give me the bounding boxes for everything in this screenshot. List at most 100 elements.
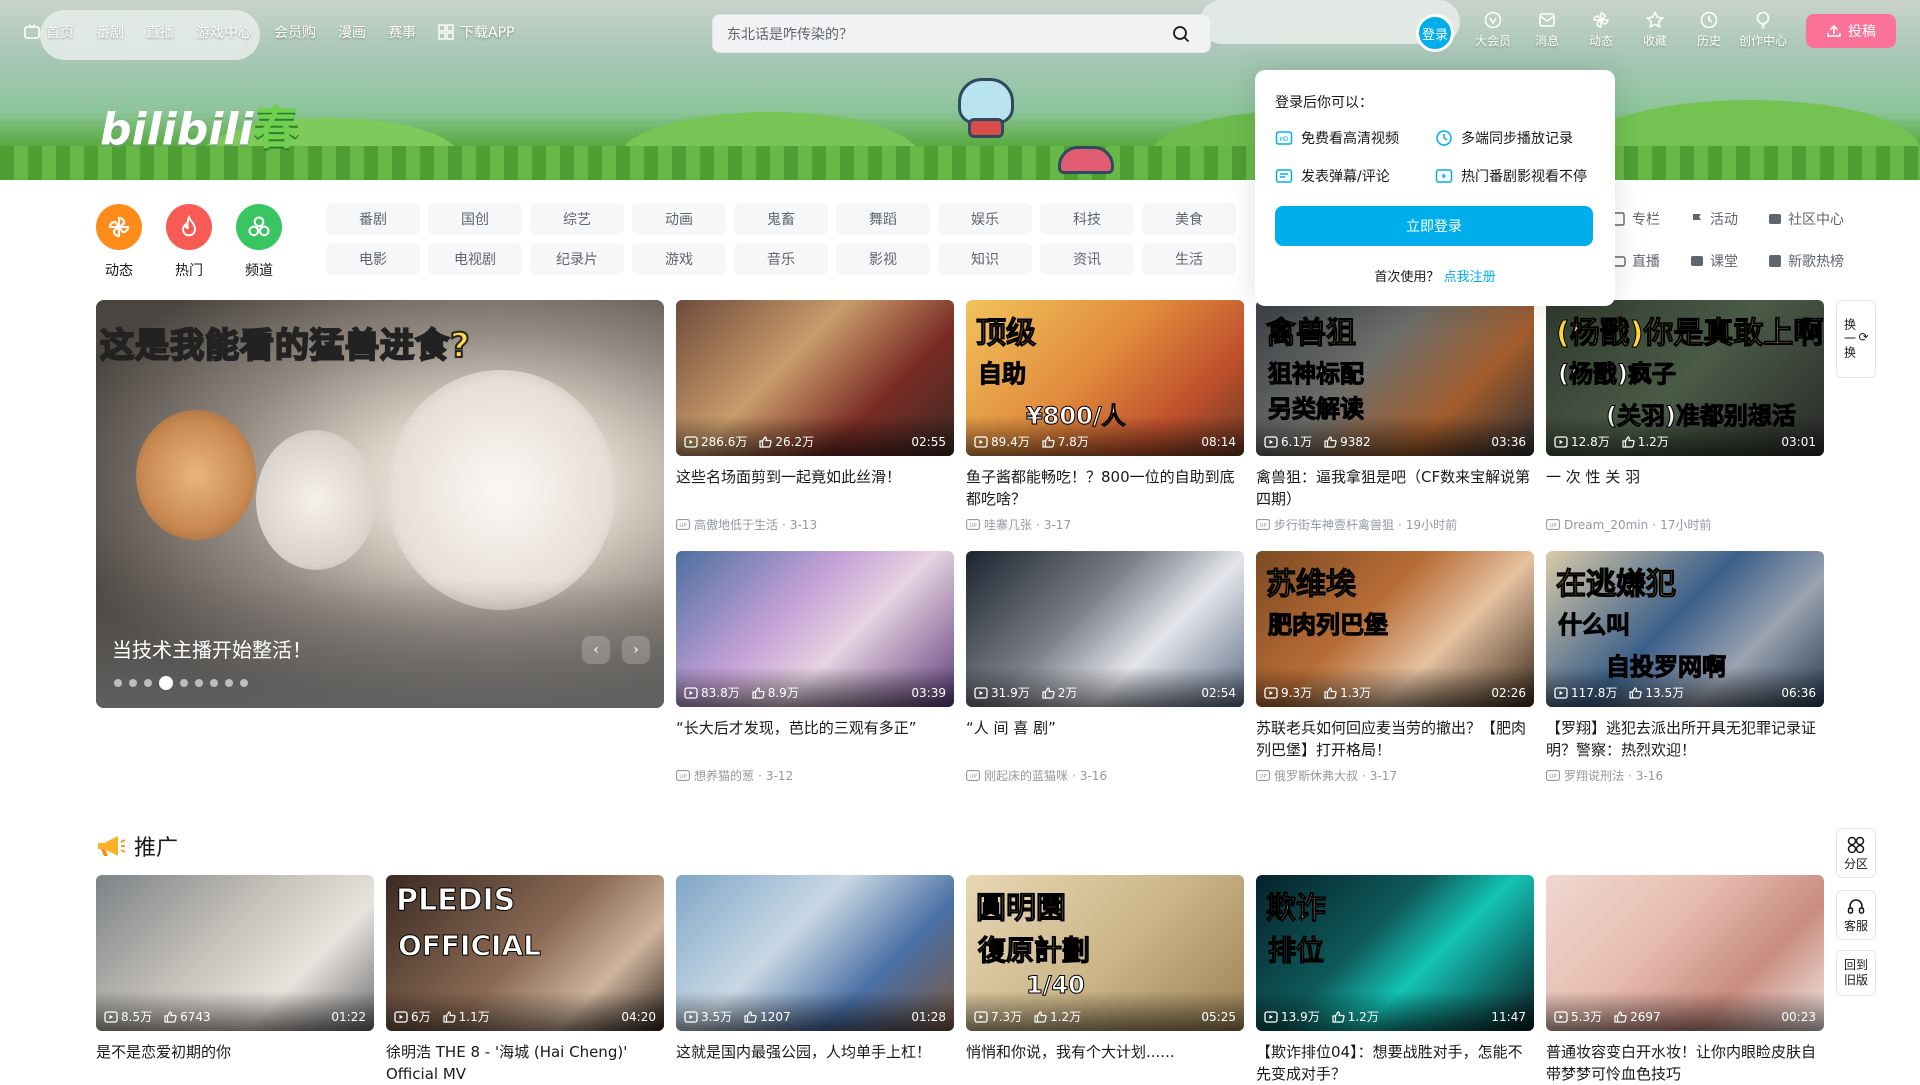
video-title[interactable]: 一 次 性 关 羽 xyxy=(1546,466,1824,510)
channel-tag[interactable]: 综艺 xyxy=(530,203,624,235)
carousel-dot[interactable] xyxy=(114,679,122,687)
video-card[interactable]: 31.9万 2万 02:54 “人 间 喜 剧” UP 刚起床的蓝猫咪 · 3-16 xyxy=(966,551,1244,784)
register-link[interactable]: 点我注册 xyxy=(1444,270,1496,285)
video-card[interactable]: 禽兽狙 狙神标配 另类解读 6.1万 9382 03:36 禽兽狙：逼我拿狙是吧（… xyxy=(1256,300,1534,533)
video-title[interactable]: 鱼子酱都能畅吃！？800一位的自助到底都吃啥？ xyxy=(966,466,1244,510)
video-card[interactable]: 苏维埃 肥肉列巴堡 9.3万 1.3万 02:26 苏联老兵如何回应麦当劳的撤出？… xyxy=(1256,551,1534,784)
uploader-line[interactable]: UP 罗翔说刑法 · 3-16 xyxy=(1546,767,1824,784)
video-title[interactable]: 禽兽狙：逼我拿狙是吧（CF数来宝解说第四期） xyxy=(1256,466,1534,510)
uploader-name[interactable]: 想养猫的葱 xyxy=(694,767,754,784)
channel-tag[interactable]: 电影 xyxy=(326,243,420,275)
carousel-dot[interactable] xyxy=(144,679,152,687)
uploader-name[interactable]: 刚起床的蓝猫咪 xyxy=(984,767,1068,784)
carousel-dot[interactable] xyxy=(210,679,218,687)
video-title[interactable]: 这就是国内最强公园，人均单手上杠！ xyxy=(676,1041,954,1085)
link-live[interactable]: 直播 xyxy=(1612,247,1660,275)
channel-tag[interactable]: 娱乐 xyxy=(938,203,1032,235)
channel-tag[interactable]: 游戏 xyxy=(632,243,726,275)
channel-channels[interactable]: 频道 xyxy=(236,204,282,280)
channel-tag[interactable]: 资讯 xyxy=(1040,243,1134,275)
uploader-line[interactable]: UP 步行街车神壹杆禽兽狙 · 19小时前 xyxy=(1256,516,1534,533)
carousel-prev-button[interactable]: ‹ xyxy=(582,636,610,664)
nav-game[interactable]: 游戏中心 xyxy=(196,22,252,42)
video-title[interactable]: 【欺诈排位04】：想要战胜对手，怎能不先变成对手？ xyxy=(1256,1041,1534,1085)
channel-tag[interactable]: 电视剧 xyxy=(428,243,522,275)
video-card[interactable]: 在逃嫌犯什么叫自投罗网啊 117.8万 13.5万 06:36 【罗翔】逃犯去派… xyxy=(1546,551,1824,784)
channel-tag[interactable]: 舞蹈 xyxy=(836,203,930,235)
video-card[interactable]: 83.8万 8.9万 03:39 “长大后才发现，芭比的三观有多正” UP 想养猫… xyxy=(676,551,954,784)
video-title[interactable]: 这些名场面剪到一起竟如此丝滑！ xyxy=(676,466,954,510)
uploader-name[interactable]: 步行街车神壹杆禽兽狙 xyxy=(1274,516,1394,533)
history-entry[interactable]: 历史 xyxy=(1682,10,1736,49)
video-card[interactable]: 欺诈 排位 13.9万 1.2万 11:47 【欺诈排位04】：想要战胜对手，怎能… xyxy=(1256,875,1534,1085)
video-title[interactable]: 悄悄和你说，我有个大计划...... xyxy=(966,1041,1244,1085)
video-thumbnail[interactable]: 顶级自助¥800/人 89.4万 7.8万 08:14 xyxy=(966,300,1244,456)
video-thumbnail[interactable]: (杨戬)你是真敢上啊(杨戬)疯子(关羽)准都别想活 12.8万 1.2万 03:… xyxy=(1546,300,1824,456)
link-activity[interactable]: 活动 xyxy=(1690,205,1738,233)
carousel-dot[interactable] xyxy=(180,679,188,687)
favorite-entry[interactable]: 收藏 xyxy=(1628,10,1682,49)
uploader-line[interactable]: UP 高傲地低于生活 · 3-13 xyxy=(676,516,954,533)
video-card[interactable]: 顶级自助¥800/人 89.4万 7.8万 08:14 鱼子酱都能畅吃！？800… xyxy=(966,300,1244,533)
video-thumbnail[interactable]: 禽兽狙 狙神标配 另类解读 6.1万 9382 03:36 xyxy=(1256,300,1534,456)
carousel-dot-active[interactable] xyxy=(159,676,173,690)
bilibili-logo[interactable]: bilibili春 xyxy=(100,92,299,158)
login-avatar-button[interactable]: 登录 xyxy=(1416,14,1454,52)
carousel-dot[interactable] xyxy=(195,679,203,687)
old-version-button[interactable]: 回到 旧版 xyxy=(1836,950,1876,996)
search-input[interactable] xyxy=(727,25,1166,42)
uploader-line[interactable]: UP Dream_20min · 17小时前 xyxy=(1546,516,1824,533)
carousel-dot[interactable] xyxy=(240,679,248,687)
link-column[interactable]: 专栏 xyxy=(1612,205,1660,233)
video-card[interactable]: PLEDIS OFFICIAL 6万 1.1万 04:20 徐明浩 THE 8 -… xyxy=(386,875,664,1085)
link-community[interactable]: 社区中心 xyxy=(1768,205,1844,233)
channel-tag[interactable]: 影视 xyxy=(836,243,930,275)
video-thumbnail[interactable]: 苏维埃 肥肉列巴堡 9.3万 1.3万 02:26 xyxy=(1256,551,1534,707)
video-thumbnail[interactable]: 5.3万 2697 00:23 xyxy=(1546,875,1824,1031)
refresh-button[interactable]: ⟳ 换一换 xyxy=(1836,300,1876,378)
link-new-songs[interactable]: 新歌热榜 xyxy=(1768,247,1844,275)
uploader-line[interactable]: UP 俄罗斯休弗大叔 · 3-17 xyxy=(1256,767,1534,784)
nav-download-app[interactable]: 下载APP xyxy=(438,22,514,42)
video-card[interactable]: 286.6万 26.2万 02:55 这些名场面剪到一起竟如此丝滑！ UP 高傲地… xyxy=(676,300,954,533)
channel-tag[interactable]: 美食 xyxy=(1142,203,1236,235)
video-thumbnail[interactable]: 8.5万 6743 01:22 xyxy=(96,875,374,1031)
nav-manga[interactable]: 漫画 xyxy=(338,22,366,42)
video-thumbnail[interactable]: 圓明園 復原計劃 1/40 7.3万 1.2万 05:25 xyxy=(966,875,1244,1031)
nav-bangumi[interactable]: 番剧 xyxy=(96,22,124,42)
channel-tag[interactable]: 国创 xyxy=(428,203,522,235)
message-entry[interactable]: 消息 xyxy=(1520,10,1574,49)
nav-live[interactable]: 直播 xyxy=(146,22,174,42)
video-title[interactable]: 是不是恋爱初期的你 xyxy=(96,1041,374,1085)
uploader-name[interactable]: 高傲地低于生活 xyxy=(694,516,778,533)
upload-button[interactable]: 投稿 xyxy=(1806,14,1896,48)
login-now-button[interactable]: 立即登录 xyxy=(1275,206,1593,246)
video-thumbnail[interactable]: 31.9万 2万 02:54 xyxy=(966,551,1244,707)
channel-tag[interactable]: 科技 xyxy=(1040,203,1134,235)
video-card[interactable]: 8.5万 6743 01:22 是不是恋爱初期的你 xyxy=(96,875,374,1085)
channel-tag[interactable]: 生活 xyxy=(1142,243,1236,275)
carousel-next-button[interactable]: › xyxy=(622,636,650,664)
carousel-title[interactable]: 当技术主播开始整活！ xyxy=(112,634,312,663)
video-thumbnail[interactable]: 286.6万 26.2万 02:55 xyxy=(676,300,954,456)
uploader-name[interactable]: Dream_20min xyxy=(1564,518,1648,532)
vip-entry[interactable]: 大会员 xyxy=(1466,10,1520,49)
channel-tag[interactable]: 鬼畜 xyxy=(734,203,828,235)
channel-dynamic[interactable]: 动态 xyxy=(96,204,142,280)
nav-home[interactable]: 首页 xyxy=(24,22,74,42)
video-thumbnail[interactable]: 3.5万 1207 01:28 xyxy=(676,875,954,1031)
channel-hot[interactable]: 热门 xyxy=(166,204,212,280)
video-title[interactable]: 苏联老兵如何回应麦当劳的撤出？【肥肉列巴堡】打开格局！ xyxy=(1256,717,1534,761)
channel-tag[interactable]: 番剧 xyxy=(326,203,420,235)
video-card[interactable]: (杨戬)你是真敢上啊(杨戬)疯子(关羽)准都别想活 12.8万 1.2万 03:… xyxy=(1546,300,1824,533)
video-title[interactable]: “长大后才发现，芭比的三观有多正” xyxy=(676,717,954,761)
partition-button[interactable]: 分区 xyxy=(1836,828,1876,878)
uploader-line[interactable]: UP 刚起床的蓝猫咪 · 3-16 xyxy=(966,767,1244,784)
video-title[interactable]: “人 间 喜 剧” xyxy=(966,717,1244,761)
video-thumbnail[interactable]: 在逃嫌犯什么叫自投罗网啊 117.8万 13.5万 06:36 xyxy=(1546,551,1824,707)
video-card[interactable]: 3.5万 1207 01:28 这就是国内最强公园，人均单手上杠！ xyxy=(676,875,954,1085)
video-thumbnail[interactable]: PLEDIS OFFICIAL 6万 1.1万 04:20 xyxy=(386,875,664,1031)
uploader-name[interactable]: 哇寨几张 xyxy=(984,516,1032,533)
channel-tag[interactable]: 音乐 xyxy=(734,243,828,275)
banner-carousel[interactable]: 这是我能看的猛兽进食? 当技术主播开始整活！ ‹ › xyxy=(96,300,664,708)
